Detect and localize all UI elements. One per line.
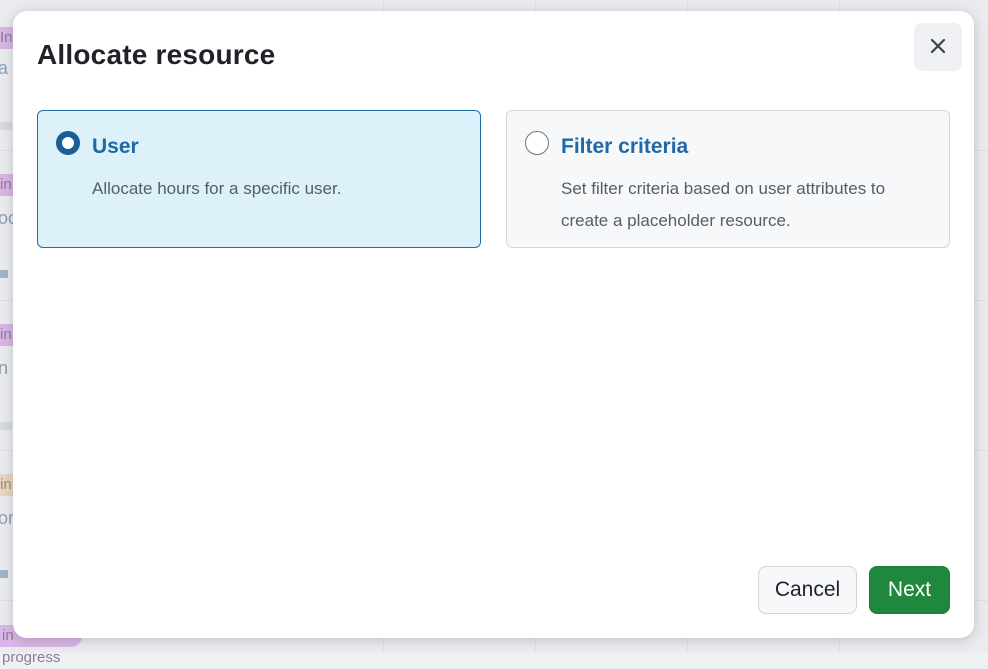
filter-criteria-radio[interactable] <box>525 131 549 155</box>
progress-bar <box>0 570 8 578</box>
allocate-resource-dialog: Allocate resource User Allocate hours fo… <box>13 11 974 638</box>
close-button[interactable] <box>914 23 962 71</box>
option-user[interactable]: User Allocate hours for a specific user. <box>37 110 481 248</box>
close-icon <box>930 38 946 57</box>
progress-bar <box>0 122 12 130</box>
task-name: n <box>0 358 9 378</box>
next-button[interactable]: Next <box>869 566 950 614</box>
progress-bar <box>0 422 12 430</box>
option-user-description: Allocate hours for a specific user. <box>92 179 342 198</box>
dialog-title: Allocate resource <box>37 39 276 70</box>
cancel-button[interactable]: Cancel <box>758 566 857 614</box>
option-filter-criteria-description: Set filter criteria based on user attrib… <box>561 179 886 230</box>
option-user-label: User <box>92 135 139 158</box>
option-filter-criteria-label: Filter criteria <box>561 135 689 158</box>
option-filter-criteria[interactable]: Filter criteria Set filter criteria base… <box>506 110 950 248</box>
progress-bar <box>0 270 8 278</box>
user-radio[interactable] <box>56 131 80 155</box>
